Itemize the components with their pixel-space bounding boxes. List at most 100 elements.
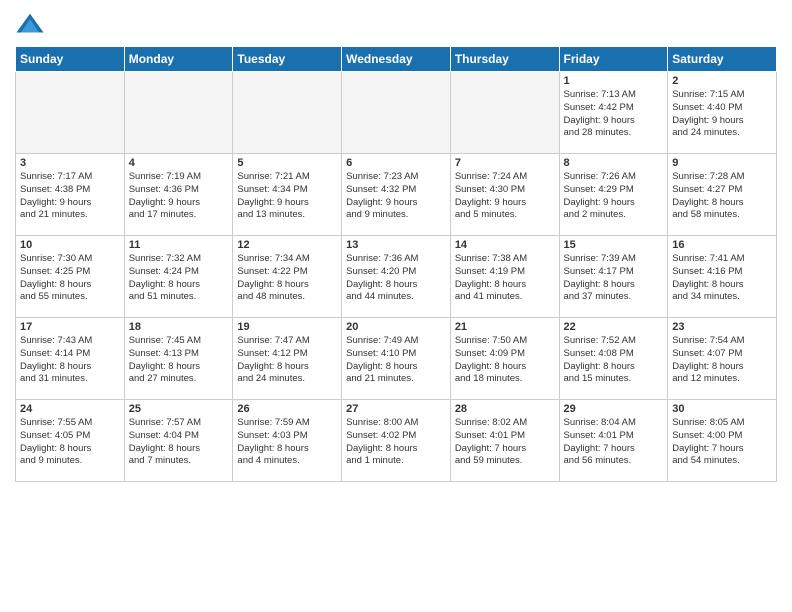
main-container: SundayMondayTuesdayWednesdayThursdayFrid… [0, 0, 792, 487]
calendar-cell [233, 72, 342, 154]
logo-icon [15, 10, 45, 40]
day-info: Sunrise: 7:23 AM Sunset: 4:32 PM Dayligh… [346, 171, 446, 222]
calendar-cell [16, 72, 125, 154]
day-number: 4 [129, 157, 229, 169]
logo [15, 10, 49, 40]
calendar-cell: 14 Sunrise: 7:38 AM Sunset: 4:19 PM Dayli… [450, 236, 559, 318]
day-info: Sunrise: 7:52 AM Sunset: 4:08 PM Dayligh… [564, 335, 664, 386]
day-info: Sunrise: 7:47 AM Sunset: 4:12 PM Dayligh… [237, 335, 337, 386]
weekday-header-thursday: Thursday [450, 47, 559, 72]
day-info: Sunrise: 7:41 AM Sunset: 4:16 PM Dayligh… [672, 253, 772, 304]
day-number: 7 [455, 157, 555, 169]
day-number: 5 [237, 157, 337, 169]
calendar-cell: 23Sunrise: 7:54 AM Sunset: 4:07 PM Dayli… [668, 318, 777, 400]
calendar-header: SundayMondayTuesdayWednesdayThursdayFrid… [16, 47, 777, 72]
calendar-cell: 12 Sunrise: 7:34 AM Sunset: 4:22 PM Dayli… [233, 236, 342, 318]
day-info: Sunrise: 7:55 AM Sunset: 4:05 PM Dayligh… [20, 417, 120, 468]
calendar-week-3: 10Sunrise: 7:30 AM Sunset: 4:25 PM Dayli… [16, 236, 777, 318]
day-number: 26 [237, 403, 337, 415]
calendar-cell: 4 Sunrise: 7:19 AM Sunset: 4:36 PM Daylig… [124, 154, 233, 236]
calendar-cell: 13 Sunrise: 7:36 AM Sunset: 4:20 PM Dayli… [342, 236, 451, 318]
calendar-cell: 5 Sunrise: 7:21 AM Sunset: 4:34 PM Daylig… [233, 154, 342, 236]
calendar-cell: 6 Sunrise: 7:23 AM Sunset: 4:32 PM Daylig… [342, 154, 451, 236]
calendar-cell: 2 Sunrise: 7:15 AM Sunset: 4:40 PM Daylig… [668, 72, 777, 154]
day-number: 6 [346, 157, 446, 169]
calendar-cell: 27 Sunrise: 8:00 AM Sunset: 4:02 PM Dayli… [342, 400, 451, 482]
day-number: 3 [20, 157, 120, 169]
calendar-cell: 15Sunrise: 7:39 AM Sunset: 4:17 PM Dayli… [559, 236, 668, 318]
day-info: Sunrise: 7:19 AM Sunset: 4:36 PM Dayligh… [129, 171, 229, 222]
day-number: 16 [672, 239, 772, 251]
day-number: 30 [672, 403, 772, 415]
calendar-cell: 16 Sunrise: 7:41 AM Sunset: 4:16 PM Dayli… [668, 236, 777, 318]
header [15, 10, 777, 40]
day-info: Sunrise: 8:00 AM Sunset: 4:02 PM Dayligh… [346, 417, 446, 468]
calendar-cell: 10Sunrise: 7:30 AM Sunset: 4:25 PM Dayli… [16, 236, 125, 318]
day-info: Sunrise: 8:04 AM Sunset: 4:01 PM Dayligh… [564, 417, 664, 468]
calendar-cell: 11 Sunrise: 7:32 AM Sunset: 4:24 PM Dayli… [124, 236, 233, 318]
calendar-cell: 19 Sunrise: 7:47 AM Sunset: 4:12 PM Dayli… [233, 318, 342, 400]
calendar-cell [342, 72, 451, 154]
weekday-header-sunday: Sunday [16, 47, 125, 72]
day-number: 2 [672, 75, 772, 87]
weekday-header-saturday: Saturday [668, 47, 777, 72]
day-number: 17 [20, 321, 120, 333]
day-number: 8 [564, 157, 664, 169]
day-number: 9 [672, 157, 772, 169]
day-number: 29 [564, 403, 664, 415]
day-info: Sunrise: 7:32 AM Sunset: 4:24 PM Dayligh… [129, 253, 229, 304]
day-info: Sunrise: 7:13 AM Sunset: 4:42 PM Dayligh… [564, 89, 664, 140]
day-info: Sunrise: 7:38 AM Sunset: 4:19 PM Dayligh… [455, 253, 555, 304]
calendar-body: 1 Sunrise: 7:13 AM Sunset: 4:42 PM Daylig… [16, 72, 777, 482]
day-info: Sunrise: 7:59 AM Sunset: 4:03 PM Dayligh… [237, 417, 337, 468]
calendar-week-5: 24 Sunrise: 7:55 AM Sunset: 4:05 PM Dayli… [16, 400, 777, 482]
day-number: 27 [346, 403, 446, 415]
calendar-cell: 24 Sunrise: 7:55 AM Sunset: 4:05 PM Dayli… [16, 400, 125, 482]
calendar-cell: 20Sunrise: 7:49 AM Sunset: 4:10 PM Dayli… [342, 318, 451, 400]
calendar-cell: 8 Sunrise: 7:26 AM Sunset: 4:29 PM Daylig… [559, 154, 668, 236]
day-number: 14 [455, 239, 555, 251]
day-info: Sunrise: 7:57 AM Sunset: 4:04 PM Dayligh… [129, 417, 229, 468]
calendar-cell: 30 Sunrise: 8:05 AM Sunset: 4:00 PM Dayli… [668, 400, 777, 482]
calendar-table: SundayMondayTuesdayWednesdayThursdayFrid… [15, 46, 777, 482]
day-info: Sunrise: 7:43 AM Sunset: 4:14 PM Dayligh… [20, 335, 120, 386]
weekday-header-friday: Friday [559, 47, 668, 72]
day-info: Sunrise: 7:26 AM Sunset: 4:29 PM Dayligh… [564, 171, 664, 222]
day-number: 19 [237, 321, 337, 333]
calendar-cell: 7 Sunrise: 7:24 AM Sunset: 4:30 PM Daylig… [450, 154, 559, 236]
weekday-header-tuesday: Tuesday [233, 47, 342, 72]
calendar-cell [124, 72, 233, 154]
calendar-week-4: 17 Sunrise: 7:43 AM Sunset: 4:14 PM Dayli… [16, 318, 777, 400]
calendar-cell: 22 Sunrise: 7:52 AM Sunset: 4:08 PM Dayli… [559, 318, 668, 400]
day-info: Sunrise: 8:05 AM Sunset: 4:00 PM Dayligh… [672, 417, 772, 468]
day-info: Sunrise: 7:45 AM Sunset: 4:13 PM Dayligh… [129, 335, 229, 386]
day-info: Sunrise: 7:24 AM Sunset: 4:30 PM Dayligh… [455, 171, 555, 222]
day-info: Sunrise: 7:39 AM Sunset: 4:17 PM Dayligh… [564, 253, 664, 304]
calendar-cell: 25Sunrise: 7:57 AM Sunset: 4:04 PM Dayli… [124, 400, 233, 482]
day-info: Sunrise: 7:50 AM Sunset: 4:09 PM Dayligh… [455, 335, 555, 386]
day-number: 20 [346, 321, 446, 333]
calendar-cell: 29 Sunrise: 8:04 AM Sunset: 4:01 PM Dayli… [559, 400, 668, 482]
day-info: Sunrise: 8:02 AM Sunset: 4:01 PM Dayligh… [455, 417, 555, 468]
day-number: 28 [455, 403, 555, 415]
day-number: 13 [346, 239, 446, 251]
day-number: 24 [20, 403, 120, 415]
calendar-cell: 28 Sunrise: 8:02 AM Sunset: 4:01 PM Dayli… [450, 400, 559, 482]
day-number: 11 [129, 239, 229, 251]
calendar-week-1: 1 Sunrise: 7:13 AM Sunset: 4:42 PM Daylig… [16, 72, 777, 154]
calendar-cell: 26 Sunrise: 7:59 AM Sunset: 4:03 PM Dayli… [233, 400, 342, 482]
day-number: 1 [564, 75, 664, 87]
calendar-cell [450, 72, 559, 154]
weekday-header-monday: Monday [124, 47, 233, 72]
calendar-cell: 18Sunrise: 7:45 AM Sunset: 4:13 PM Dayli… [124, 318, 233, 400]
day-info: Sunrise: 7:21 AM Sunset: 4:34 PM Dayligh… [237, 171, 337, 222]
day-number: 22 [564, 321, 664, 333]
calendar-cell: 17 Sunrise: 7:43 AM Sunset: 4:14 PM Dayli… [16, 318, 125, 400]
day-info: Sunrise: 7:36 AM Sunset: 4:20 PM Dayligh… [346, 253, 446, 304]
day-info: Sunrise: 7:15 AM Sunset: 4:40 PM Dayligh… [672, 89, 772, 140]
day-number: 10 [20, 239, 120, 251]
day-number: 12 [237, 239, 337, 251]
calendar-week-2: 3Sunrise: 7:17 AM Sunset: 4:38 PM Daylig… [16, 154, 777, 236]
day-info: Sunrise: 7:34 AM Sunset: 4:22 PM Dayligh… [237, 253, 337, 304]
calendar-cell: 3Sunrise: 7:17 AM Sunset: 4:38 PM Daylig… [16, 154, 125, 236]
